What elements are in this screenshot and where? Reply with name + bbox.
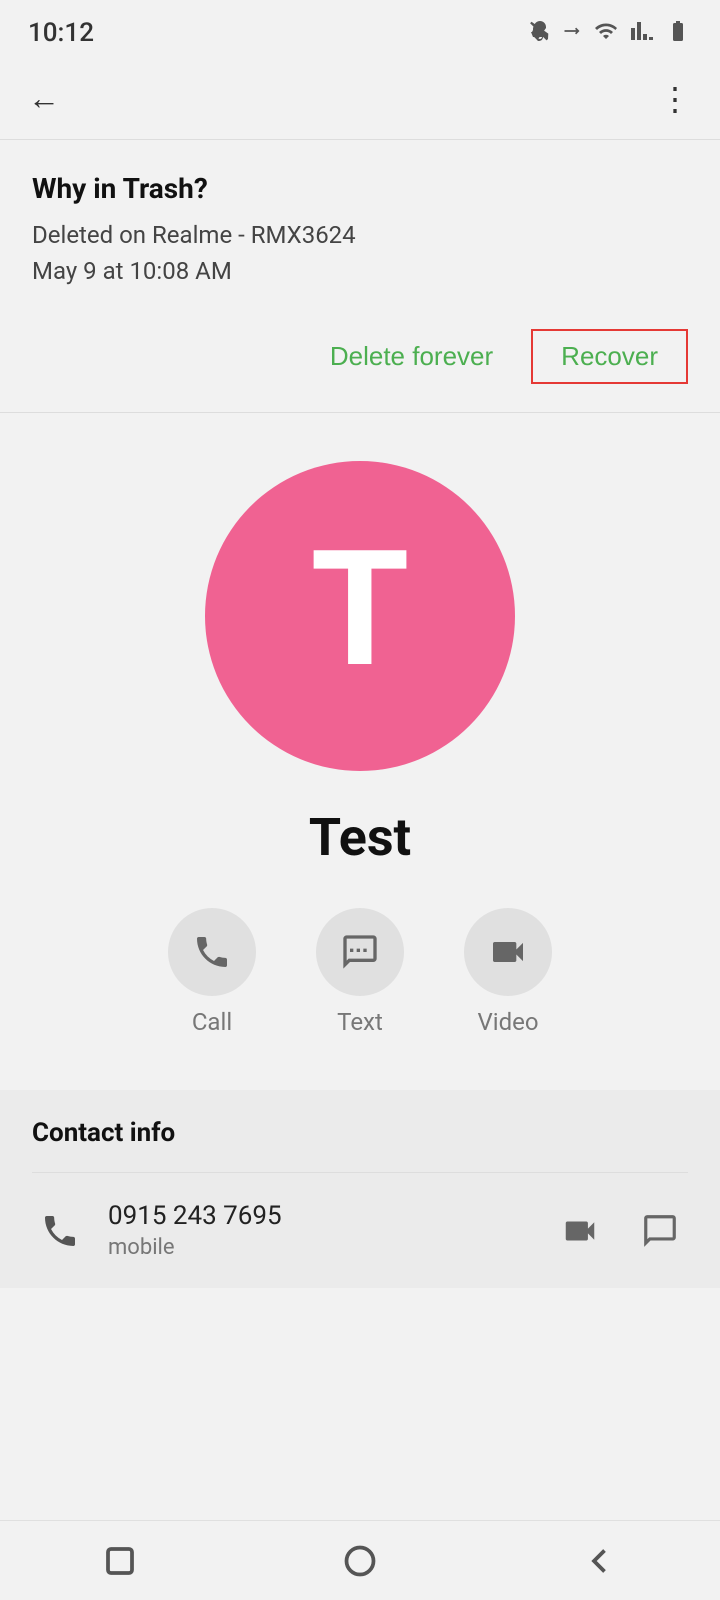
avatar-letter: T xyxy=(310,531,409,691)
recents-nav-button[interactable] xyxy=(90,1531,150,1591)
video-icon-circle xyxy=(464,908,552,996)
contact-row-actions xyxy=(552,1203,688,1259)
signal-icon xyxy=(630,19,654,48)
action-buttons-row: Delete forever Recover xyxy=(0,309,720,412)
avatar: T xyxy=(205,461,515,771)
trash-info-section: Why in Trash? Deleted on Realme - RMX362… xyxy=(0,140,720,309)
more-button[interactable]: ⋮ xyxy=(659,80,692,118)
status-bar: 10:12 xyxy=(0,0,720,58)
call-icon xyxy=(192,932,232,972)
message-icon xyxy=(641,1212,679,1250)
text-label: Text xyxy=(337,1008,383,1036)
back-button[interactable]: ← xyxy=(24,76,64,121)
video-label: Video xyxy=(477,1008,538,1036)
text-action-item[interactable]: Text xyxy=(316,908,404,1036)
home-nav-button[interactable] xyxy=(330,1531,390,1591)
mute-icon xyxy=(528,19,552,48)
call-action-item[interactable]: Call xyxy=(168,908,256,1036)
text-icon xyxy=(340,932,380,972)
video-call-icon xyxy=(561,1212,599,1250)
contact-info-title: Contact info xyxy=(32,1118,688,1172)
phone-number: 0915 243 7695 xyxy=(108,1201,532,1231)
trash-deleted-at: May 9 at 10:08 AM xyxy=(32,253,688,289)
phone-type: mobile xyxy=(108,1235,532,1260)
circle-nav-icon xyxy=(342,1543,378,1579)
bottom-nav xyxy=(0,1520,720,1600)
contact-phone-row: 0915 243 7695 mobile xyxy=(32,1173,688,1288)
text-icon-circle xyxy=(316,908,404,996)
phone-icon xyxy=(32,1203,88,1259)
wifi-icon xyxy=(592,19,620,48)
contact-section: T Test Call Text xyxy=(0,413,720,1066)
call-icon-circle xyxy=(168,908,256,996)
square-nav-icon xyxy=(102,1543,138,1579)
delete-forever-button[interactable]: Delete forever xyxy=(316,331,507,382)
status-icons xyxy=(528,19,692,48)
call-label: Call xyxy=(192,1008,232,1036)
recover-button[interactable]: Recover xyxy=(531,329,688,384)
trash-deleted-on: Deleted on Realme - RMX3624 xyxy=(32,217,688,253)
trash-title: Why in Trash? xyxy=(32,172,688,205)
data-icon xyxy=(562,19,582,48)
battery-icon xyxy=(664,19,692,48)
video-call-button[interactable] xyxy=(552,1203,608,1259)
contact-info-section: Contact info 0915 243 7695 mobile xyxy=(0,1090,720,1288)
video-action-item[interactable]: Video xyxy=(464,908,552,1036)
status-time: 10:12 xyxy=(28,18,94,48)
message-button[interactable] xyxy=(632,1203,688,1259)
contact-name: Test xyxy=(309,807,411,868)
triangle-nav-icon xyxy=(582,1543,618,1579)
video-icon xyxy=(488,932,528,972)
contact-phone-details: 0915 243 7695 mobile xyxy=(108,1201,532,1260)
contact-action-icons-row: Call Text Video xyxy=(168,908,552,1036)
top-bar: ← ⋮ xyxy=(0,58,720,139)
back-nav-button[interactable] xyxy=(570,1531,630,1591)
